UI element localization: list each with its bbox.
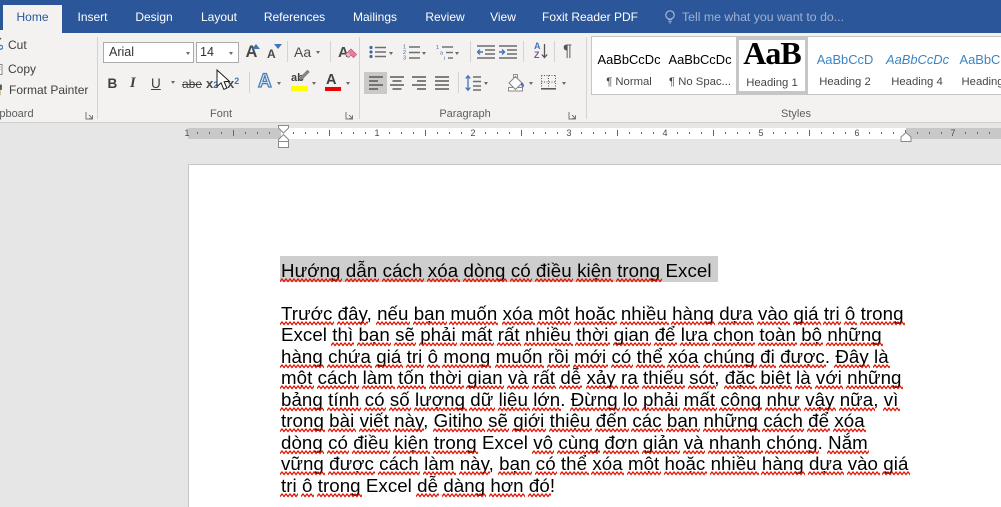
svg-text:3: 3: [403, 56, 406, 61]
svg-text:1: 1: [436, 45, 439, 51]
svg-text:i: i: [444, 56, 445, 60]
